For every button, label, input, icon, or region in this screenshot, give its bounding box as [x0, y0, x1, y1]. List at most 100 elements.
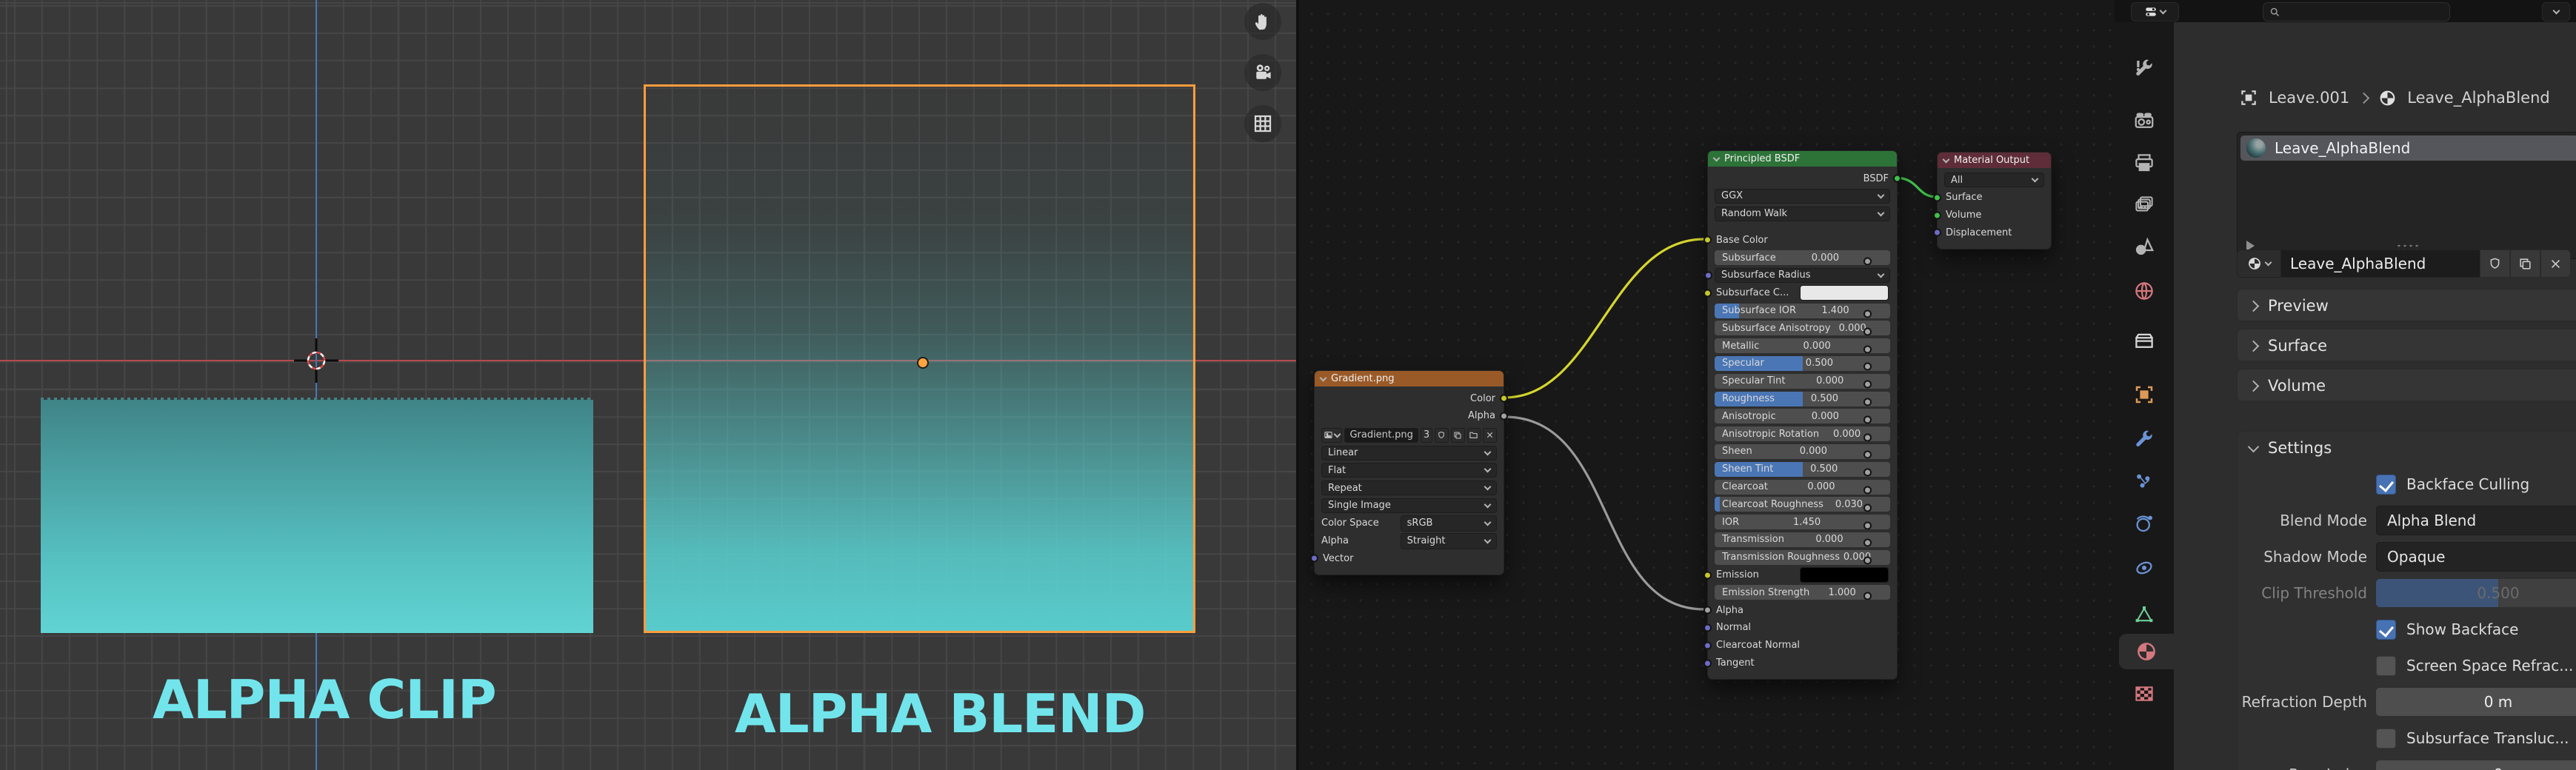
input-socket[interactable]	[1704, 571, 1712, 579]
field-refraction-depth[interactable]: 0 m	[2376, 688, 2576, 716]
tab-object-data[interactable]	[2115, 597, 2174, 632]
input-socket[interactable]	[1704, 659, 1712, 667]
input-socket[interactable]	[1863, 486, 1872, 495]
alpha-blend-plane-selected[interactable]	[644, 84, 1195, 633]
volume-input-socket[interactable]	[1933, 211, 1941, 219]
collapse-chevron-icon[interactable]	[1713, 154, 1721, 161]
bsdf-output-socket[interactable]	[1893, 175, 1901, 183]
source-select[interactable]: Single Image	[1321, 498, 1497, 513]
bsdf-row-subsurface-ior[interactable]: Subsurface IOR1.400	[1715, 304, 1890, 318]
fake-user-shield-button[interactable]	[2480, 250, 2510, 278]
input-socket[interactable]	[1704, 641, 1712, 649]
input-socket[interactable]	[1863, 257, 1872, 265]
breadcrumb-object[interactable]: Leave.001	[2269, 89, 2349, 107]
bsdf-row-ior[interactable]: IOR1.450	[1715, 515, 1890, 529]
collapse-chevron-icon[interactable]	[1943, 155, 1950, 163]
input-socket[interactable]	[1704, 606, 1712, 615]
tab-texture[interactable]	[2115, 676, 2174, 712]
input-socket[interactable]	[1863, 592, 1872, 600]
input-socket[interactable]	[1863, 521, 1872, 529]
material-slot-active[interactable]: Leave_AlphaBlend	[2240, 135, 2576, 161]
material-name-field[interactable]: Leave_AlphaBlend	[2281, 250, 2480, 278]
input-socket[interactable]	[1863, 310, 1872, 318]
bsdf-row-anisotropic-rotation[interactable]: Anisotropic Rotation0.000	[1715, 426, 1890, 441]
duplicate-image-button[interactable]	[1451, 428, 1465, 443]
color-output-socket[interactable]	[1500, 395, 1508, 403]
editor-type-button[interactable]	[2131, 2, 2179, 21]
input-socket[interactable]	[1704, 289, 1712, 297]
image-users-count-button[interactable]: 3	[1421, 428, 1432, 443]
tab-particles[interactable]	[2115, 463, 2174, 499]
unlink-image-button[interactable]	[1483, 428, 1497, 443]
bsdf-node-header[interactable]: Principled BSDF	[1708, 151, 1897, 167]
material-output-node[interactable]: Material Output All Surface Volume Displ…	[1937, 152, 2052, 250]
input-socket[interactable]	[1863, 415, 1872, 424]
new-material-button[interactable]	[2510, 250, 2540, 278]
bsdf-row-subsurface[interactable]: Subsurface0.000	[1715, 250, 1890, 265]
fake-user-shield-button[interactable]	[1435, 428, 1449, 443]
field-clip-threshold[interactable]: 0.500	[2376, 579, 2576, 607]
tab-physics[interactable]	[2115, 506, 2174, 541]
alpha-output-socket[interactable]	[1500, 412, 1508, 420]
hand-icon[interactable]	[1244, 3, 1281, 40]
tab-constraints[interactable]	[2115, 550, 2174, 586]
tab-world[interactable]	[2115, 273, 2174, 309]
input-socket[interactable]	[1863, 363, 1872, 371]
bsdf-row-sheen-tint[interactable]: Sheen Tint0.500	[1715, 462, 1890, 477]
dropdown-blend-mode[interactable]: Alpha Blend	[2376, 506, 2576, 535]
breadcrumb-material[interactable]: Leave_AlphaBlend	[2407, 89, 2549, 107]
interpolation-select[interactable]: Linear	[1321, 446, 1497, 461]
tab-render[interactable]	[2115, 103, 2174, 138]
input-socket[interactable]	[1863, 327, 1872, 335]
image-texture-node[interactable]: Gradient.png Color Alpha	[1314, 370, 1504, 575]
bsdf-row-subsurface-c-[interactable]: Subsurface C...	[1715, 286, 1890, 301]
bsdf-row-transmission[interactable]: Transmission0.000	[1715, 532, 1890, 547]
bsdf-row-emission[interactable]: Emission	[1715, 568, 1890, 583]
material-slot-list[interactable]: Leave_AlphaBlend	[2237, 132, 2576, 259]
color-space-select[interactable]: sRGB	[1401, 515, 1497, 532]
input-socket[interactable]	[1863, 381, 1872, 389]
unlink-material-button[interactable]	[2540, 250, 2571, 278]
input-socket[interactable]	[1863, 433, 1872, 441]
projection-select[interactable]: Flat	[1321, 463, 1497, 478]
camera-icon[interactable]	[1244, 54, 1281, 91]
bsdf-row-ggx[interactable]: GGX	[1715, 189, 1890, 204]
extension-select[interactable]: Repeat	[1321, 481, 1497, 495]
output-node-header[interactable]: Material Output	[1938, 153, 2051, 168]
tab-view-layer[interactable]	[2115, 187, 2174, 223]
input-socket[interactable]	[1863, 398, 1872, 406]
settings-panel[interactable]: Settings Backface CullingBlend ModeAlpha…	[2237, 431, 2576, 770]
tab-modifiers[interactable]	[2115, 421, 2174, 457]
input-socket[interactable]	[1863, 469, 1872, 477]
output-target-select[interactable]: All	[1944, 173, 2044, 187]
collapse-chevron-icon[interactable]	[1320, 374, 1327, 381]
alpha-clip-plane[interactable]	[41, 400, 593, 633]
alpha-mode-select[interactable]: Straight	[1401, 533, 1497, 549]
input-socket[interactable]	[1863, 503, 1872, 512]
bsdf-row-metallic[interactable]: Metallic0.000	[1715, 338, 1890, 353]
input-socket[interactable]	[1863, 539, 1872, 547]
header-options-button[interactable]	[2542, 2, 2570, 21]
preview-panel[interactable]: Preview	[2237, 289, 2576, 321]
bsdf-row-subsurface-anisotropy[interactable]: Subsurface Anisotropy0.000	[1715, 321, 1890, 335]
search-input[interactable]	[2285, 4, 2421, 19]
properties-search[interactable]	[2263, 2, 2450, 21]
input-socket[interactable]	[1863, 345, 1872, 353]
surface-panel[interactable]: Surface	[2237, 329, 2576, 361]
shader-node-editor[interactable]: Gradient.png Color Alpha	[1296, 0, 2115, 770]
dropdown-shadow-mode[interactable]: Opaque	[2376, 542, 2576, 572]
principled-bsdf-node[interactable]: Principled BSDF BSDF GGXRandom WalkBase …	[1707, 150, 1898, 680]
checkbox[interactable]	[2376, 620, 2396, 640]
checkbox[interactable]	[2376, 729, 2396, 749]
color-swatch[interactable]	[1800, 285, 1889, 301]
bsdf-row-clearcoat[interactable]: Clearcoat0.000	[1715, 480, 1890, 495]
bsdf-row-anisotropic[interactable]: Anisotropic0.000	[1715, 409, 1890, 424]
bsdf-row-specular-tint[interactable]: Specular Tint0.000	[1715, 374, 1890, 389]
input-socket[interactable]	[1863, 557, 1872, 565]
input-socket[interactable]	[1704, 623, 1712, 632]
field-pass-index[interactable]: 0	[2376, 760, 2576, 770]
bsdf-row-roughness[interactable]: Roughness0.500	[1715, 392, 1890, 406]
image-name-field[interactable]: Gradient.png	[1344, 428, 1418, 443]
image-node-header[interactable]: Gradient.png	[1315, 371, 1504, 386]
checkbox[interactable]	[2376, 475, 2396, 495]
